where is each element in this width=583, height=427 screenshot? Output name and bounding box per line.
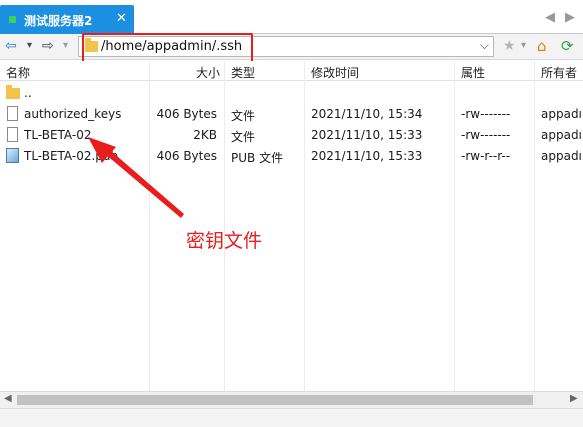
- annotation-arrow: [88, 137, 184, 218]
- annotation-label: 密钥文件: [186, 230, 263, 252]
- scroll-right-icon[interactable]: ▶: [570, 393, 578, 404]
- scrollbar-thumb[interactable]: [17, 395, 533, 405]
- horizontal-scrollbar[interactable]: ◀ ▶: [0, 391, 583, 408]
- scroll-left-icon[interactable]: ◀: [4, 393, 12, 404]
- status-bar: [0, 408, 583, 427]
